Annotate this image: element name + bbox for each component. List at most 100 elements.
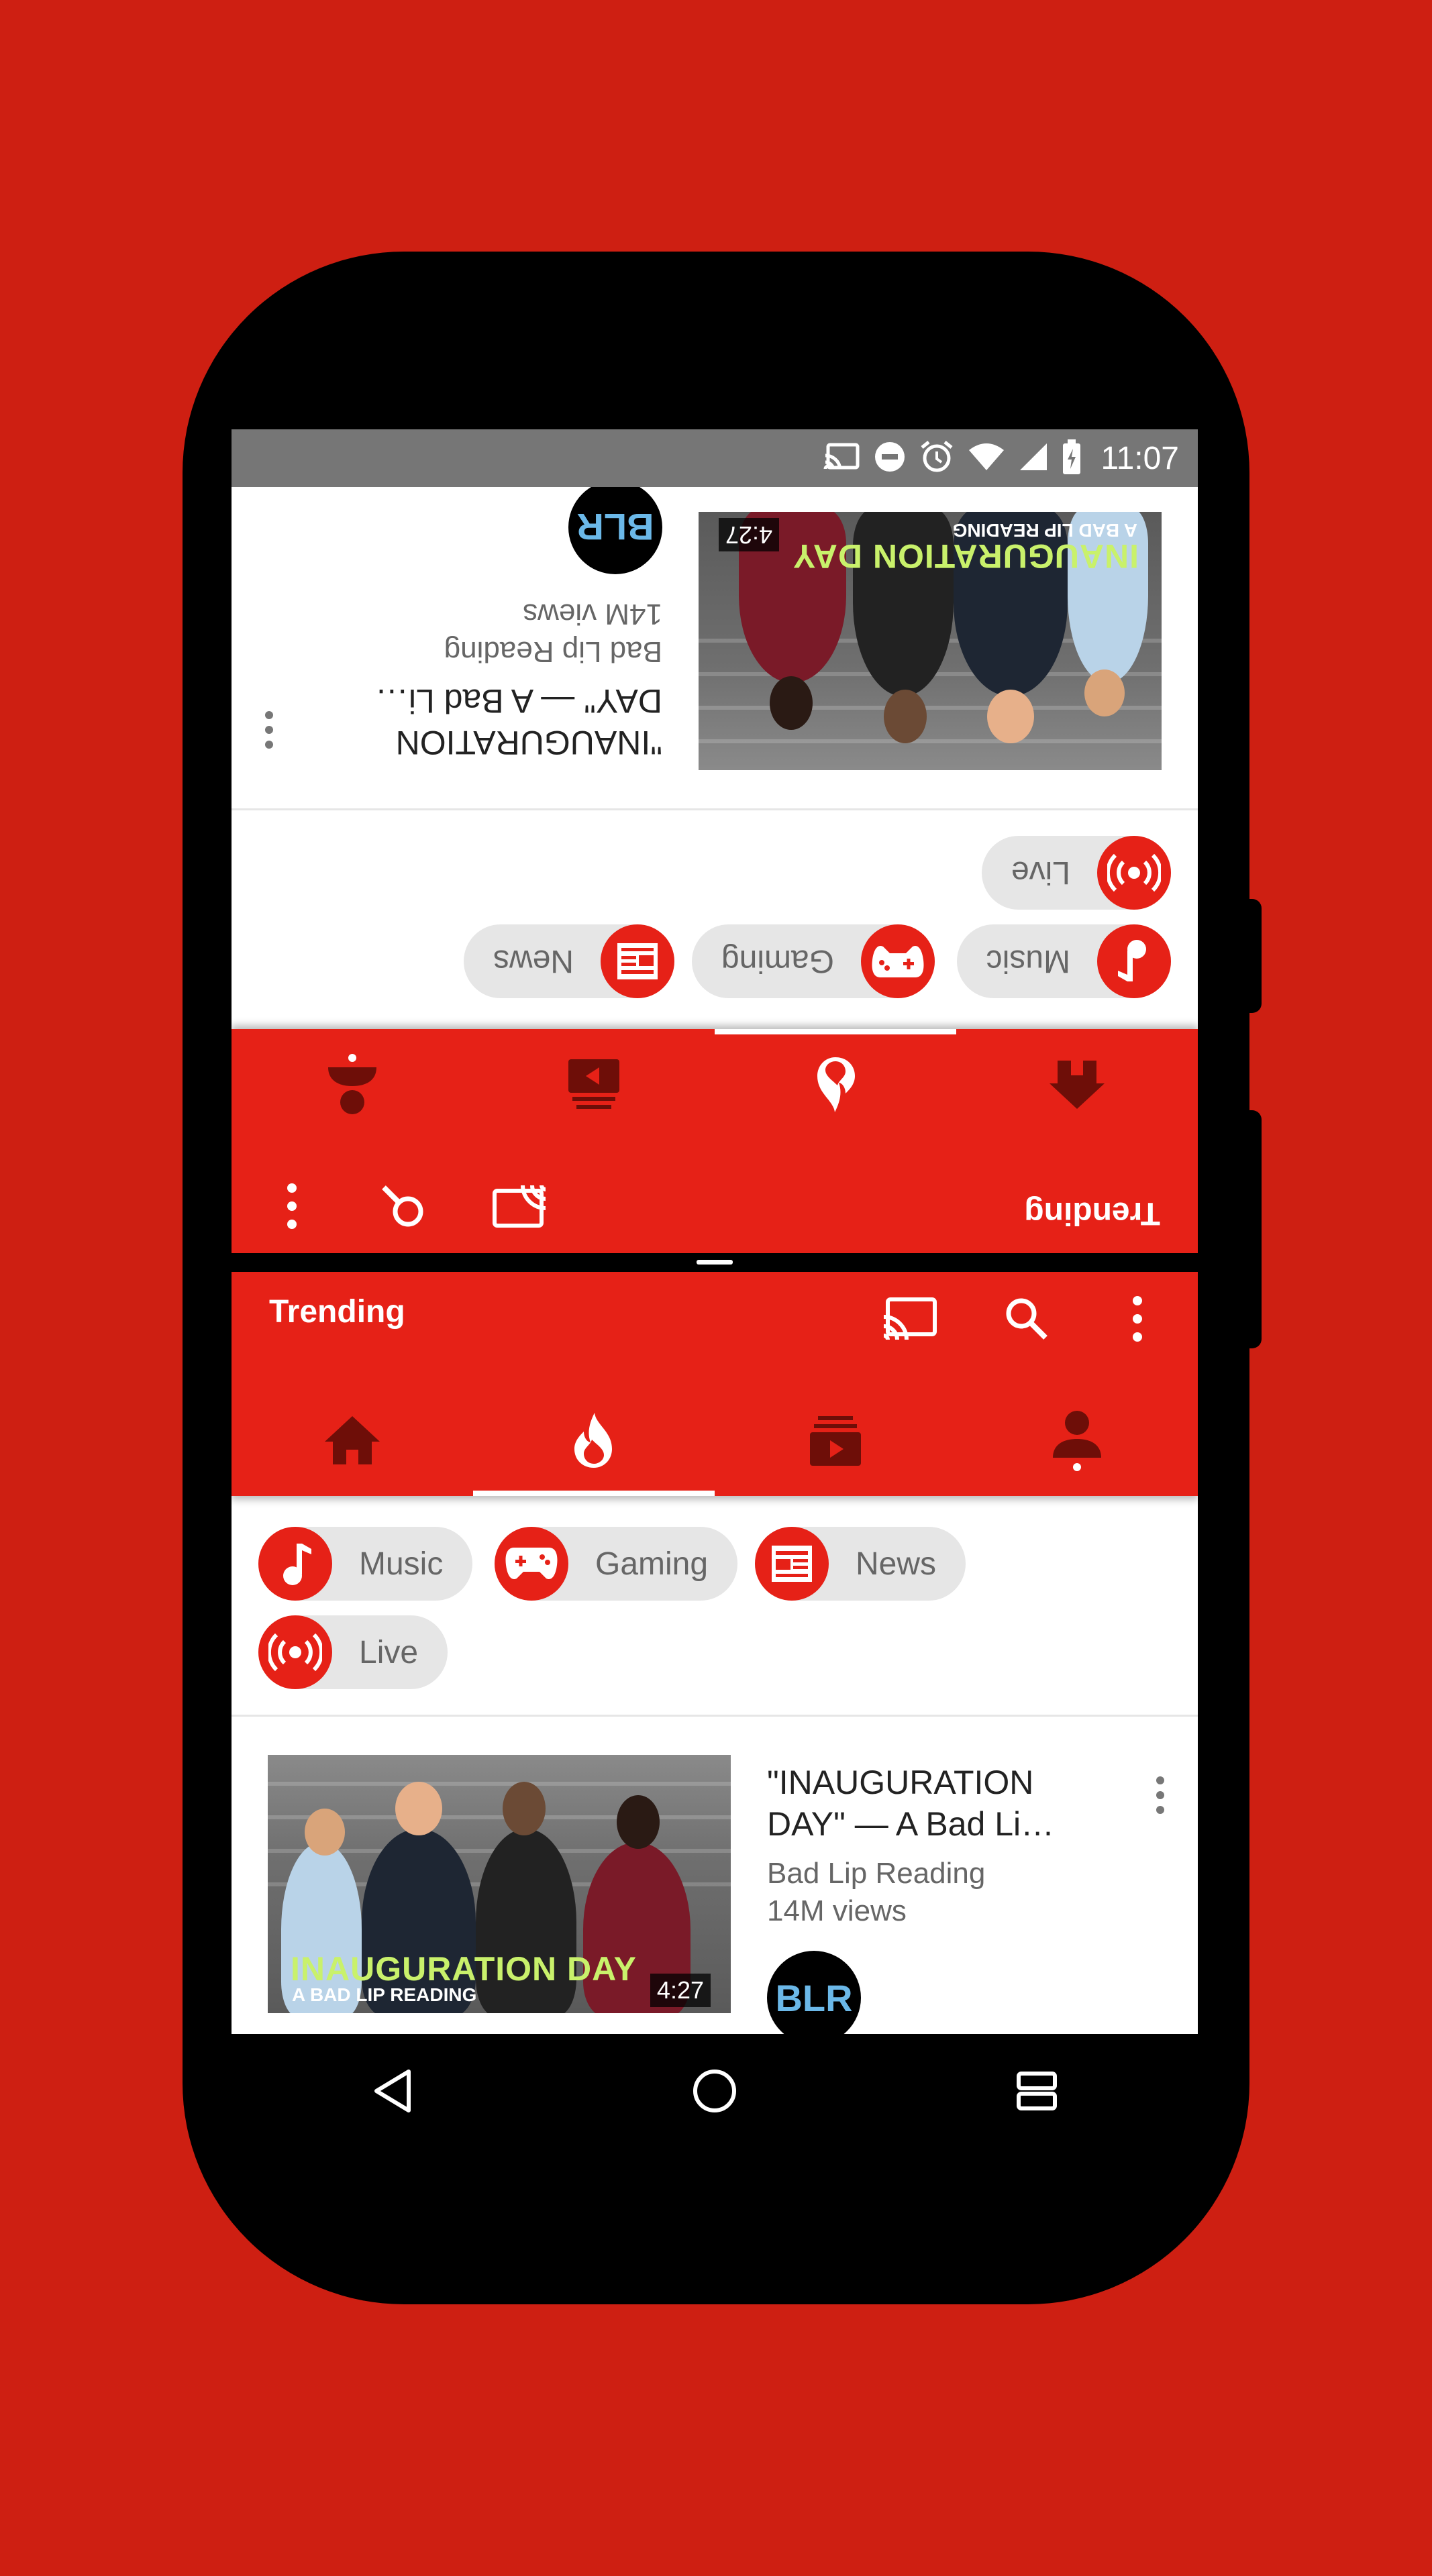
video-channel[interactable]: Bad Lip Reading <box>444 635 662 668</box>
chip-live[interactable]: Live <box>981 836 1171 910</box>
channel-avatar[interactable]: BLR <box>568 487 662 574</box>
page-title: Trending <box>1024 1195 1160 1231</box>
video-more-button[interactable] <box>1140 1768 1180 1822</box>
subscriptions-icon <box>810 1416 861 1466</box>
phone-screen: 11:07 Trending Music Gaming News Live IN… <box>232 429 1198 2034</box>
recents-icon <box>1017 2072 1057 2110</box>
chip-label: Gaming <box>721 943 834 979</box>
chip-label: Live <box>359 1634 419 1670</box>
chip-music[interactable]: Music <box>258 1527 473 1601</box>
chip-gaming[interactable]: Gaming <box>495 1527 738 1601</box>
news-icon <box>601 924 674 998</box>
gamepad-icon <box>495 1527 568 1601</box>
tab-selected-indicator <box>715 1029 956 1034</box>
video-thumbnail[interactable]: INAUGURATION DAY A BAD LIP READING 4:27 <box>699 512 1162 770</box>
tab-subscriptions[interactable] <box>715 1385 956 1496</box>
chip-live[interactable]: Live <box>258 1615 448 1689</box>
app-bar: Trending <box>232 1272 1198 1496</box>
search-button[interactable] <box>369 1173 436 1240</box>
video-more-button[interactable] <box>249 703 289 757</box>
tab-trending[interactable] <box>715 1029 956 1140</box>
subscriptions-icon <box>568 1059 619 1109</box>
back-button[interactable] <box>352 2051 433 2131</box>
chip-label: News <box>493 943 574 979</box>
thumbnail-caption-subtitle: A BAD LIP READING <box>292 1984 477 2005</box>
music-note-icon <box>258 1527 332 1601</box>
tab-bar <box>232 1385 1198 1496</box>
battery-icon <box>1062 439 1082 478</box>
more-vert-icon <box>1133 1296 1142 1342</box>
cast-button[interactable] <box>487 1173 554 1240</box>
more-vert-icon <box>1156 1776 1164 1814</box>
cast-button[interactable] <box>876 1285 943 1352</box>
more-vert-icon <box>265 711 273 749</box>
trending-flame-icon <box>817 1057 855 1112</box>
live-broadcast-icon <box>1097 836 1171 910</box>
home-icon <box>1050 1061 1105 1109</box>
status-time: 11:07 <box>1101 440 1179 476</box>
chip-label: News <box>856 1546 937 1582</box>
alarm-icon <box>919 439 954 478</box>
cast-icon <box>823 442 860 475</box>
divider-handle[interactable] <box>697 1260 733 1265</box>
news-icon <box>755 1527 829 1601</box>
gamepad-icon <box>861 924 935 998</box>
signal-icon <box>1019 442 1048 475</box>
account-icon <box>328 1054 376 1114</box>
home-icon <box>325 1416 380 1464</box>
video-views: 14M views <box>523 598 662 631</box>
thumbnail-caption-title: INAUGURATION DAY <box>291 1950 637 1988</box>
cast-icon <box>883 1297 937 1340</box>
video-duration: 4:27 <box>650 1974 711 2007</box>
video-channel[interactable]: Bad Lip Reading <box>767 1857 985 1890</box>
split-screen-divider[interactable] <box>232 1253 1198 1272</box>
app-bar: Trending <box>232 1029 1198 1253</box>
rotated-app-instance: Trending Music Gaming News Live INAUGURA… <box>232 487 1198 1253</box>
do-not-disturb-icon <box>874 441 906 476</box>
video-thumbnail[interactable]: INAUGURATION DAY A BAD LIP READING 4:27 <box>268 1755 731 2013</box>
home-circle-icon <box>693 2070 736 2112</box>
tab-trending[interactable] <box>473 1385 715 1496</box>
tab-home[interactable] <box>232 1385 473 1496</box>
split-pane-bottom: Trending Music Gaming News Live INAUGURA… <box>232 1272 1198 2034</box>
video-item[interactable]: INAUGURATION DAY A BAD LIP READING 4:27 … <box>232 487 1162 770</box>
video-views: 14M views <box>767 1894 907 1927</box>
divider <box>232 808 1198 810</box>
tab-home[interactable] <box>956 1029 1198 1140</box>
account-icon <box>1053 1411 1101 1471</box>
chip-label: Music <box>986 943 1070 979</box>
tab-selected-indicator <box>473 1491 715 1496</box>
page-title: Trending <box>269 1294 405 1330</box>
divider <box>232 1715 1198 1717</box>
search-button[interactable] <box>993 1285 1060 1352</box>
tab-account[interactable] <box>956 1385 1198 1496</box>
more-options-button[interactable] <box>258 1173 325 1240</box>
more-options-button[interactable] <box>1104 1285 1171 1352</box>
channel-avatar[interactable]: BLR <box>767 1951 861 2034</box>
chip-label: Music <box>359 1546 444 1582</box>
chip-news[interactable]: News <box>755 1527 966 1601</box>
tab-subscriptions[interactable] <box>473 1029 715 1140</box>
chip-label: Gaming <box>595 1546 709 1582</box>
live-broadcast-icon <box>258 1615 332 1689</box>
back-icon <box>374 2070 411 2112</box>
music-note-icon <box>1097 924 1171 998</box>
split-pane-top: Trending Music Gaming News Live INAUGURA… <box>232 487 1198 1253</box>
chip-news[interactable]: News <box>463 924 674 998</box>
chip-gaming[interactable]: Gaming <box>691 924 935 998</box>
video-title[interactable]: "INAUGURATION DAY" — A Bad Li… <box>340 680 662 763</box>
status-bar: 11:07 <box>232 429 1198 487</box>
trending-flame-icon <box>574 1413 612 1468</box>
video-item[interactable]: INAUGURATION DAY A BAD LIP READING 4:27 … <box>268 1755 1198 2034</box>
thumbnail-caption-subtitle: A BAD LIP READING <box>952 520 1137 541</box>
tab-account[interactable] <box>232 1029 473 1140</box>
video-title[interactable]: "INAUGURATION DAY" — A Bad Li… <box>767 1762 1089 1845</box>
system-nav-bar <box>232 2034 1198 2148</box>
thumbnail-caption-title: INAUGURATION DAY <box>792 537 1139 575</box>
tab-bar <box>232 1029 1198 1140</box>
chip-label: Live <box>1011 855 1070 891</box>
home-button[interactable] <box>674 2051 755 2131</box>
chip-music[interactable]: Music <box>956 924 1171 998</box>
wifi-icon <box>968 442 1005 475</box>
recents-button[interactable] <box>996 2051 1077 2131</box>
